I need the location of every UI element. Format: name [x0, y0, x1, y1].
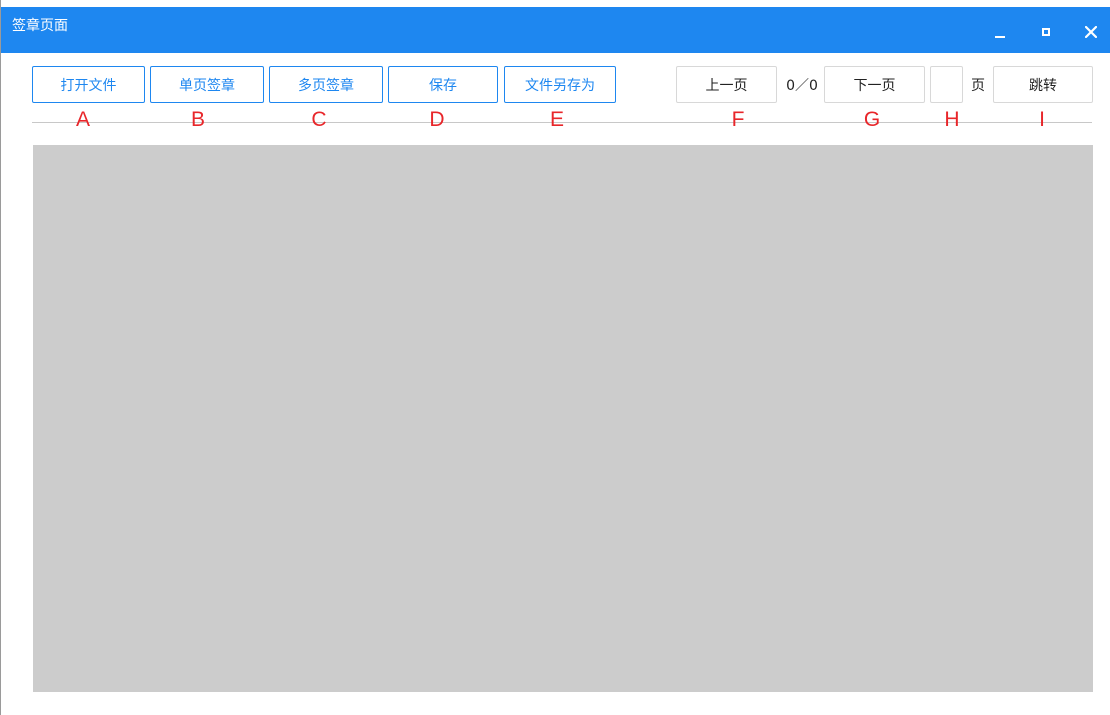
annotation-a: A: [75, 108, 90, 131]
multi-page-sign-button[interactable]: 多页签章: [269, 66, 383, 103]
single-page-sign-button[interactable]: 单页签章: [150, 66, 264, 103]
maximize-button[interactable]: [1035, 21, 1057, 43]
jump-button[interactable]: 跳转: [993, 66, 1093, 103]
annotation-b: B: [190, 108, 205, 131]
annotation-c: C: [311, 108, 327, 131]
document-canvas[interactable]: [33, 145, 1093, 692]
maximize-icon: [1042, 28, 1050, 36]
title-bar: 签章页面: [1, 7, 1110, 53]
annotation-d: D: [429, 108, 445, 131]
page-number-input[interactable]: [930, 66, 963, 103]
next-page-button[interactable]: 下一页: [824, 66, 925, 103]
page-indicator: 0／0: [786, 77, 818, 94]
annotation-f: F: [731, 108, 745, 131]
annotation-h: H: [944, 108, 960, 131]
window-title: 签章页面: [12, 18, 68, 34]
annotation-i: I: [1039, 108, 1045, 131]
annotation-g: G: [863, 108, 881, 131]
open-file-button[interactable]: 打开文件: [32, 66, 145, 103]
minimize-button[interactable]: [989, 21, 1011, 43]
signature-window: 签章页面 打开文件 单页签章 多页签章 保存 文件另存为 上一页 0／0 下一页…: [0, 0, 1110, 715]
annotation-e: E: [549, 108, 564, 131]
save-as-button[interactable]: 文件另存为: [504, 66, 616, 103]
minimize-icon: [995, 36, 1005, 38]
save-button[interactable]: 保存: [388, 66, 498, 103]
close-button[interactable]: [1080, 21, 1102, 43]
close-icon: [1085, 26, 1097, 38]
page-unit-label: 页: [971, 77, 985, 94]
prev-page-button[interactable]: 上一页: [676, 66, 777, 103]
